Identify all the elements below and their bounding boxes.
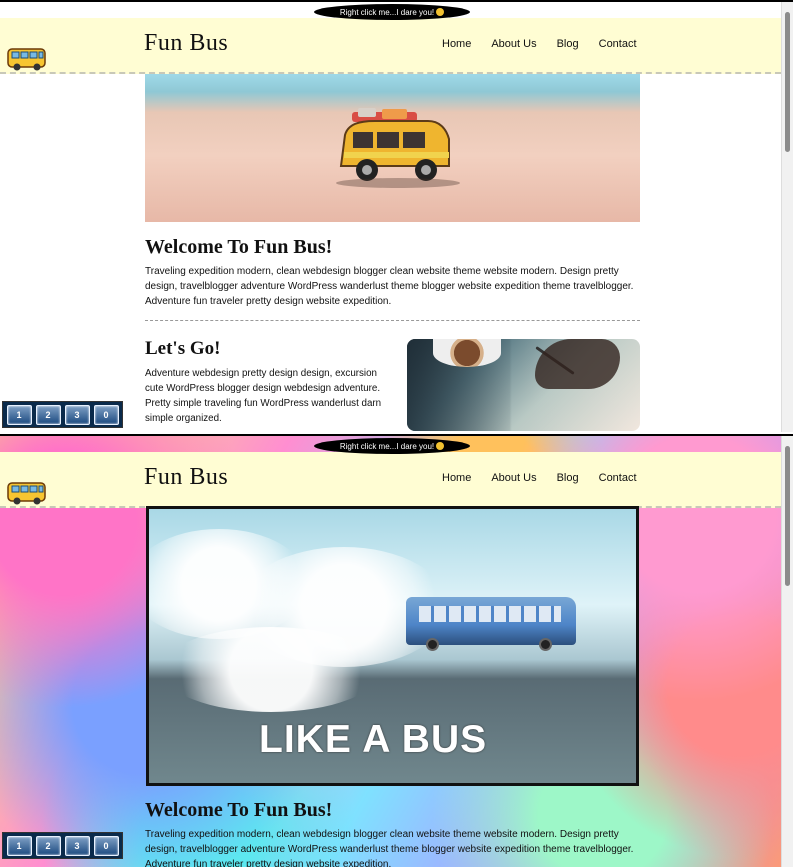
- content-divider: [145, 320, 640, 321]
- right-click-banner-text: Right click me...I dare you!: [339, 441, 435, 451]
- smile-emoji-icon: [436, 8, 445, 16]
- beach-bus-hero-image: [145, 74, 640, 222]
- yellow-toy-bus-image: [336, 108, 460, 188]
- bus-icon[interactable]: [7, 478, 47, 506]
- scrollbar-thumb[interactable]: [785, 446, 790, 586]
- main-navigation: Home About Us Blog Contact: [442, 38, 637, 50]
- nav-home[interactable]: Home: [442, 472, 471, 484]
- right-click-banner-text: Right click me...I dare you!: [339, 7, 435, 17]
- smoke-cloud: [161, 627, 381, 712]
- nav-contact[interactable]: Contact: [599, 38, 637, 50]
- site-title[interactable]: Fun Bus: [144, 30, 228, 57]
- page-button-0[interactable]: 0: [93, 404, 119, 425]
- bus-gif-frame: LIKE A BUS: [146, 506, 639, 786]
- site-title[interactable]: Fun Bus: [144, 464, 228, 491]
- scrollbar-thumb[interactable]: [785, 12, 790, 152]
- welcome-paragraph: Traveling expedition modern, clean webde…: [145, 266, 634, 307]
- right-click-banner[interactable]: Right click me...I dare you!: [314, 4, 470, 20]
- page-button-1[interactable]: 1: [6, 404, 32, 425]
- right-click-banner[interactable]: Right click me...I dare you!: [314, 438, 470, 454]
- page-button-2[interactable]: 2: [35, 404, 61, 425]
- page-navigation: 1 2 3 0: [2, 832, 123, 859]
- nav-contact[interactable]: Contact: [599, 472, 637, 484]
- page-button-2[interactable]: 2: [35, 835, 61, 856]
- welcome-paragraph: Traveling expedition modern, clean webde…: [145, 829, 634, 867]
- page-navigation: 1 2 3 0: [2, 401, 123, 428]
- site-header: Fun Bus Home About Us Blog Contact: [0, 18, 781, 74]
- nav-about-us[interactable]: About Us: [491, 472, 536, 484]
- nav-home[interactable]: Home: [442, 38, 471, 50]
- coffee-cup-image: [433, 339, 501, 367]
- vertical-scrollbar[interactable]: [781, 436, 793, 867]
- lets-go-paragraph: Adventure webdesign pretty design design…: [145, 368, 382, 424]
- hand-image: [535, 339, 620, 389]
- bus-windows: [419, 606, 561, 622]
- main-navigation: Home About Us Blog Contact: [442, 472, 637, 484]
- screenshot-view-normal: Right click me...I dare you! Fun Bus Hom…: [0, 0, 793, 432]
- screenshot-view-psychedelic: Right click me...I dare you! Fun Bus Hom…: [0, 434, 793, 867]
- vertical-scrollbar[interactable]: [781, 2, 793, 432]
- nav-about-us[interactable]: About Us: [491, 38, 536, 50]
- page-button-1[interactable]: 1: [6, 835, 32, 856]
- bus-icon[interactable]: [7, 44, 47, 72]
- blue-bus-image: [406, 597, 576, 651]
- map-planning-image: [407, 339, 640, 431]
- page-button-3[interactable]: 3: [64, 835, 90, 856]
- nav-blog[interactable]: Blog: [557, 38, 579, 50]
- welcome-heading: Welcome To Fun Bus!: [145, 799, 333, 821]
- welcome-heading: Welcome To Fun Bus!: [145, 236, 333, 258]
- page-button-3[interactable]: 3: [64, 404, 90, 425]
- bus-wheel: [539, 638, 552, 651]
- video-caption: LIKE A BUS: [259, 718, 488, 761]
- smile-emoji-icon: [436, 442, 445, 450]
- lets-go-heading: Let's Go!: [145, 338, 221, 359]
- bus-wheel: [426, 638, 439, 651]
- page-button-0[interactable]: 0: [93, 835, 119, 856]
- site-header: Fun Bus Home About Us Blog Contact: [0, 452, 781, 508]
- nav-blog[interactable]: Blog: [557, 472, 579, 484]
